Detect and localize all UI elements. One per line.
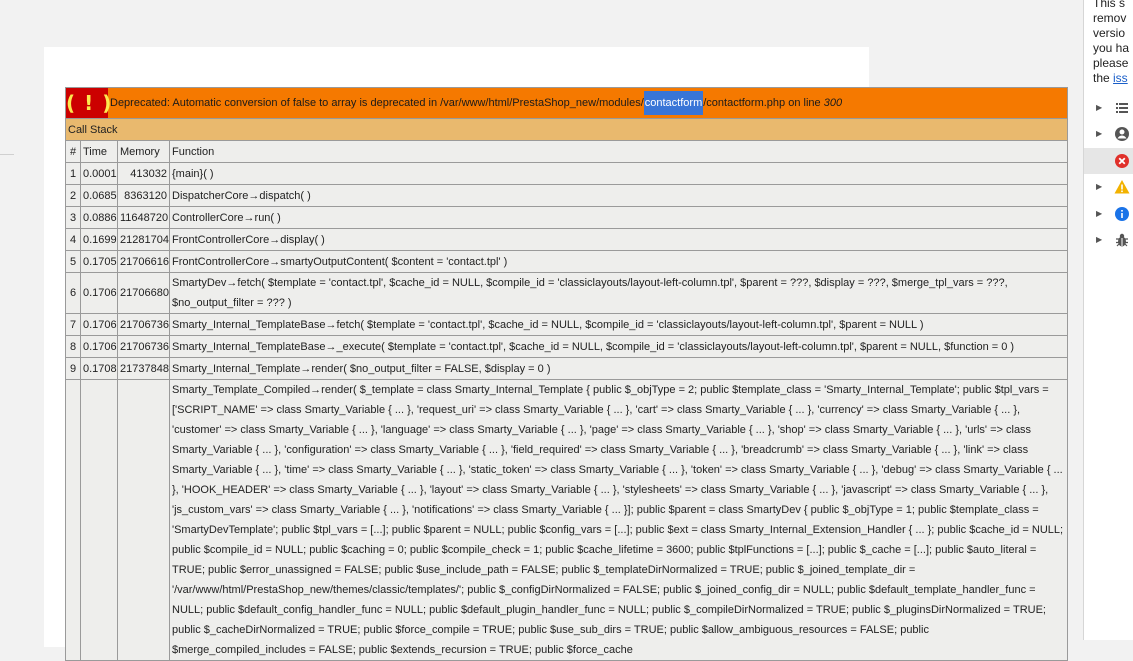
- error-message: Deprecated: Automatic conversion of fals…: [108, 91, 843, 115]
- devtools-row-info[interactable]: ▶: [1084, 201, 1133, 227]
- cell-time: 0.0001: [80, 162, 118, 185]
- cell-time: 0.1706: [80, 335, 118, 358]
- table-row: 5 0.1705 21706616 FrontControllerCore→sm…: [65, 250, 1068, 273]
- col-header-number: #: [65, 140, 81, 163]
- cell-time: 0.1699: [80, 228, 118, 251]
- cell-time: 0.1705: [80, 250, 118, 273]
- devtools-row-errors[interactable]: [1084, 148, 1133, 174]
- cell-memory: 21706736: [117, 335, 170, 358]
- cell-time: 0.0685: [80, 184, 118, 207]
- cell-function: SmartyDev→fetch( $template = 'contact.tp…: [169, 272, 1068, 314]
- cell-time: 0.0886: [80, 206, 118, 229]
- devtools-message: This s remov versio you ha please the is…: [1093, 0, 1130, 85]
- devtools-row-user-messages[interactable]: ▶: [1084, 121, 1133, 147]
- cell-number: 7: [65, 313, 81, 336]
- col-header-memory: Memory: [117, 140, 170, 163]
- cell-number: 3: [65, 206, 81, 229]
- cell-memory: 413032: [117, 162, 170, 185]
- table-row: 1 0.0001 413032 {main}( ): [65, 162, 1068, 185]
- cell-function: Smarty_Template_Compiled→render( $_templ…: [169, 379, 1068, 661]
- cell-number: 2: [65, 184, 81, 207]
- cell-number: 6: [65, 272, 81, 314]
- warning-icon: [1114, 180, 1130, 194]
- cell-time: [80, 379, 118, 661]
- devtools-row-messages[interactable]: ▶: [1084, 95, 1133, 121]
- cell-function: {main}( ): [169, 162, 1068, 185]
- cell-number: [65, 379, 81, 661]
- cell-time: 0.1706: [80, 313, 118, 336]
- cell-function: Smarty_Internal_TemplateBase→fetch( $tem…: [169, 313, 1068, 336]
- callstack-title: Call Stack: [65, 118, 1068, 141]
- callstack-header-row: # Time Memory Function: [65, 140, 1068, 163]
- cell-number: 9: [65, 357, 81, 380]
- cell-memory: 11648720: [117, 206, 170, 229]
- table-row: 6 0.1706 21706680 SmartyDev→fetch( $temp…: [65, 272, 1068, 314]
- expand-arrow-icon: ▶: [1096, 235, 1103, 244]
- cell-memory: 21706736: [117, 313, 170, 336]
- cell-memory: 21281704: [117, 228, 170, 251]
- cell-number: 5: [65, 250, 81, 273]
- table-row: 7 0.1706 21706736 Smarty_Internal_Templa…: [65, 313, 1068, 336]
- cell-memory: 21706680: [117, 272, 170, 314]
- table-row: 9 0.1708 21737848 Smarty_Internal_Templa…: [65, 357, 1068, 380]
- list-icon: [1116, 103, 1128, 113]
- cell-memory: 21706616: [117, 250, 170, 273]
- error-icon: [1115, 154, 1129, 168]
- table-row: 4 0.1699 21281704 FrontControllerCore→di…: [65, 228, 1068, 251]
- error-header: ( ! )Deprecated: Automatic conversion of…: [65, 87, 1068, 119]
- cell-function: Smarty_Internal_TemplateBase→_execute( $…: [169, 335, 1068, 358]
- xdebug-error-table: ( ! )Deprecated: Automatic conversion of…: [65, 87, 1068, 661]
- table-row: 3 0.0886 11648720 ControllerCore→run( ): [65, 206, 1068, 229]
- devtools-row-warnings[interactable]: ▶: [1084, 174, 1133, 200]
- bug-icon: [1116, 233, 1128, 247]
- cell-number: 1: [65, 162, 81, 185]
- devtools-sidebar: This s remov versio you ha please the is…: [1083, 0, 1133, 640]
- table-row: 8 0.1706 21706736 Smarty_Internal_Templa…: [65, 335, 1068, 358]
- cell-number: 4: [65, 228, 81, 251]
- cell-number: 8: [65, 335, 81, 358]
- col-header-function: Function: [169, 140, 1068, 163]
- cell-memory: 21737848: [117, 357, 170, 380]
- issue-link[interactable]: iss: [1113, 71, 1128, 85]
- cell-function: ControllerCore→run( ): [169, 206, 1068, 229]
- cell-time: 0.1708: [80, 357, 118, 380]
- cell-function: FrontControllerCore→display( ): [169, 228, 1068, 251]
- expand-arrow-icon: ▶: [1096, 209, 1103, 218]
- cell-memory: [117, 379, 170, 661]
- callstack-row: Call Stack: [65, 118, 1068, 141]
- divider: [0, 154, 14, 155]
- cell-function: Smarty_Internal_Template→render( $no_out…: [169, 357, 1068, 380]
- expand-arrow-icon: ▶: [1096, 129, 1103, 138]
- selected-text[interactable]: contactform: [643, 91, 704, 115]
- user-icon: [1115, 127, 1129, 141]
- cell-memory: 8363120: [117, 184, 170, 207]
- expand-arrow-icon: ▶: [1096, 103, 1103, 112]
- col-header-time: Time: [80, 140, 118, 163]
- devtools-row-verbose[interactable]: ▶: [1084, 227, 1133, 253]
- info-icon: [1115, 207, 1129, 221]
- error-row: ( ! )Deprecated: Automatic conversion of…: [65, 87, 1068, 119]
- table-row: Smarty_Template_Compiled→render( $_templ…: [65, 379, 1068, 661]
- error-line: 300: [823, 97, 843, 109]
- cell-function: DispatcherCore→dispatch( ): [169, 184, 1068, 207]
- error-icon: ( ! ): [66, 88, 111, 118]
- cell-function: FrontControllerCore→smartyOutputContent(…: [169, 250, 1068, 273]
- expand-arrow-icon: ▶: [1096, 182, 1103, 191]
- cell-time: 0.1706: [80, 272, 118, 314]
- table-row: 2 0.0685 8363120 DispatcherCore→dispatch…: [65, 184, 1068, 207]
